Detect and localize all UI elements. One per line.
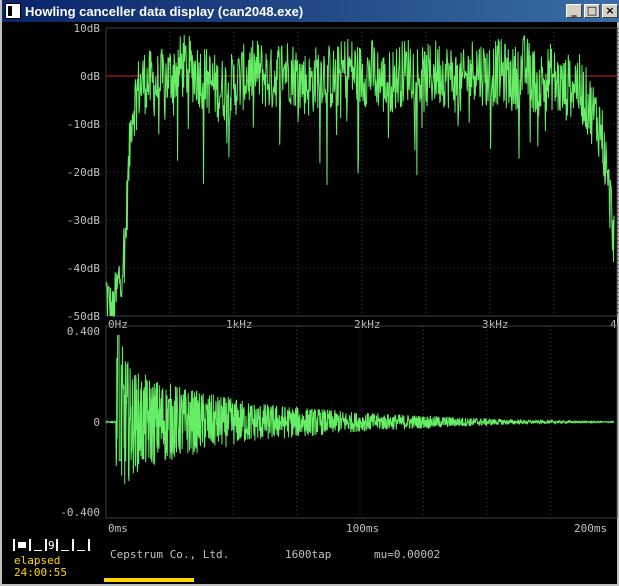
impulse-y-tick-label: -0.400: [60, 506, 100, 519]
app-icon[interactable]: [5, 3, 21, 19]
mu-value: mu=0.00002: [374, 548, 441, 561]
impulse-x-tick-label: 0ms: [108, 522, 128, 535]
status-bar: 9 elapsed 24:00:55 Cepstrum Co., Ltd. 16…: [4, 536, 619, 584]
spectrum-y-tick-label: 0dB: [80, 70, 100, 83]
indicator-sep-2: [29, 539, 31, 551]
indicator-sep-5: [71, 539, 74, 551]
impulse-x-tick-label: 200ms: [574, 522, 607, 535]
spectrum-x-tick-label: 2kHz: [354, 318, 381, 331]
indicator-digit: 9: [48, 538, 55, 552]
indicator-sep-1: [13, 539, 15, 551]
impulse-y-tick-label: 0: [93, 416, 100, 429]
window-title: Howling canceller data display (can2048.…: [25, 3, 304, 19]
indicator-under-1: [34, 549, 42, 551]
spectrum-x-tick-label: 0Hz: [108, 318, 128, 331]
progress-bar: [104, 578, 194, 582]
spectrum-y-tick-label: 10dB: [74, 22, 101, 35]
spectrum-trace: [105, 34, 615, 318]
impulse-trace: [105, 335, 615, 485]
indicator-sep-3: [45, 539, 47, 551]
tap-count: 1600tap: [285, 548, 332, 561]
spectrum-y-tick-label: -10dB: [67, 118, 100, 131]
maximize-button[interactable]: □: [584, 4, 600, 18]
elapsed-time: 24:00:55: [14, 566, 67, 579]
progress-indicator: 9: [12, 538, 91, 552]
minimize-button[interactable]: _: [566, 4, 582, 18]
indicator-sep-6: [87, 539, 90, 551]
indicator-under-2: [60, 549, 69, 551]
indicator-box: [18, 542, 26, 548]
spectrum-y-tick-label: -30dB: [67, 214, 100, 227]
app-window: Howling canceller data display (can2048.…: [0, 0, 619, 586]
spectrum-plot: 10dB 0dB -10dB -20dB -30dB -40dB -50dB 0Hz 1kHz 2…: [67, 22, 619, 331]
indicator-sep-4: [55, 539, 58, 551]
spectrum-y-tick-label: -50dB: [67, 310, 100, 323]
impulse-y-tick-label: 0.400: [67, 325, 100, 338]
plots-canvas: 10dB 0dB -10dB -20dB -30dB -40dB -50dB 0Hz 1kHz 2…: [60, 22, 619, 535]
impulse-response-plot: 0.400 0 -0.400 0ms 100ms 200ms: [60, 325, 618, 535]
indicator-under-3: [76, 549, 85, 551]
spectrum-x-tick-label: 1kHz: [226, 318, 253, 331]
company-name: Cepstrum Co., Ltd.: [110, 548, 230, 561]
spectrum-x-tick-label: 3kHz: [482, 318, 509, 331]
close-button[interactable]: ×: [602, 4, 618, 18]
impulse-x-tick-label: 100ms: [346, 522, 379, 535]
title-bar[interactable]: Howling canceller data display (can2048.…: [2, 0, 619, 22]
spectrum-x-tick-label: 4kHz: [610, 318, 619, 331]
spectrum-y-tick-label: -40dB: [67, 262, 100, 275]
spectrum-y-tick-label: -20dB: [67, 166, 100, 179]
client-area: 10dB 0dB -10dB -20dB -30dB -40dB -50dB 0Hz 1kHz 2…: [4, 22, 619, 584]
